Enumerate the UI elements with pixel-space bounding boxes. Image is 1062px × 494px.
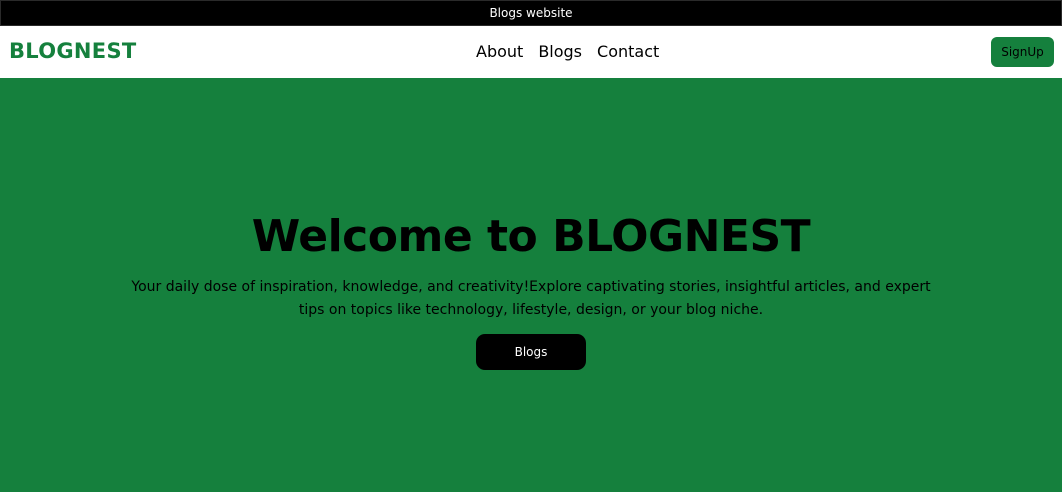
nav-link-contact[interactable]: Contact — [597, 42, 659, 61]
blogs-button[interactable]: Blogs — [476, 334, 586, 370]
top-bar-title: Blogs website — [489, 6, 573, 20]
navbar: BLOGNEST About Blogs Contact SignUp — [0, 26, 1062, 78]
hero-section: Welcome to BLOGNEST Your daily dose of i… — [0, 78, 1062, 492]
nav-links: About Blogs Contact — [476, 42, 659, 61]
nav-link-blogs[interactable]: Blogs — [538, 42, 582, 61]
hero-title: Welcome to BLOGNEST — [251, 211, 811, 262]
hero-subtitle: Your daily dose of inspiration, knowledg… — [131, 279, 931, 318]
top-bar: Blogs website — [0, 0, 1062, 26]
signup-button[interactable]: SignUp — [991, 37, 1054, 67]
site-logo[interactable]: BLOGNEST — [9, 39, 137, 63]
nav-link-about[interactable]: About — [476, 42, 523, 61]
